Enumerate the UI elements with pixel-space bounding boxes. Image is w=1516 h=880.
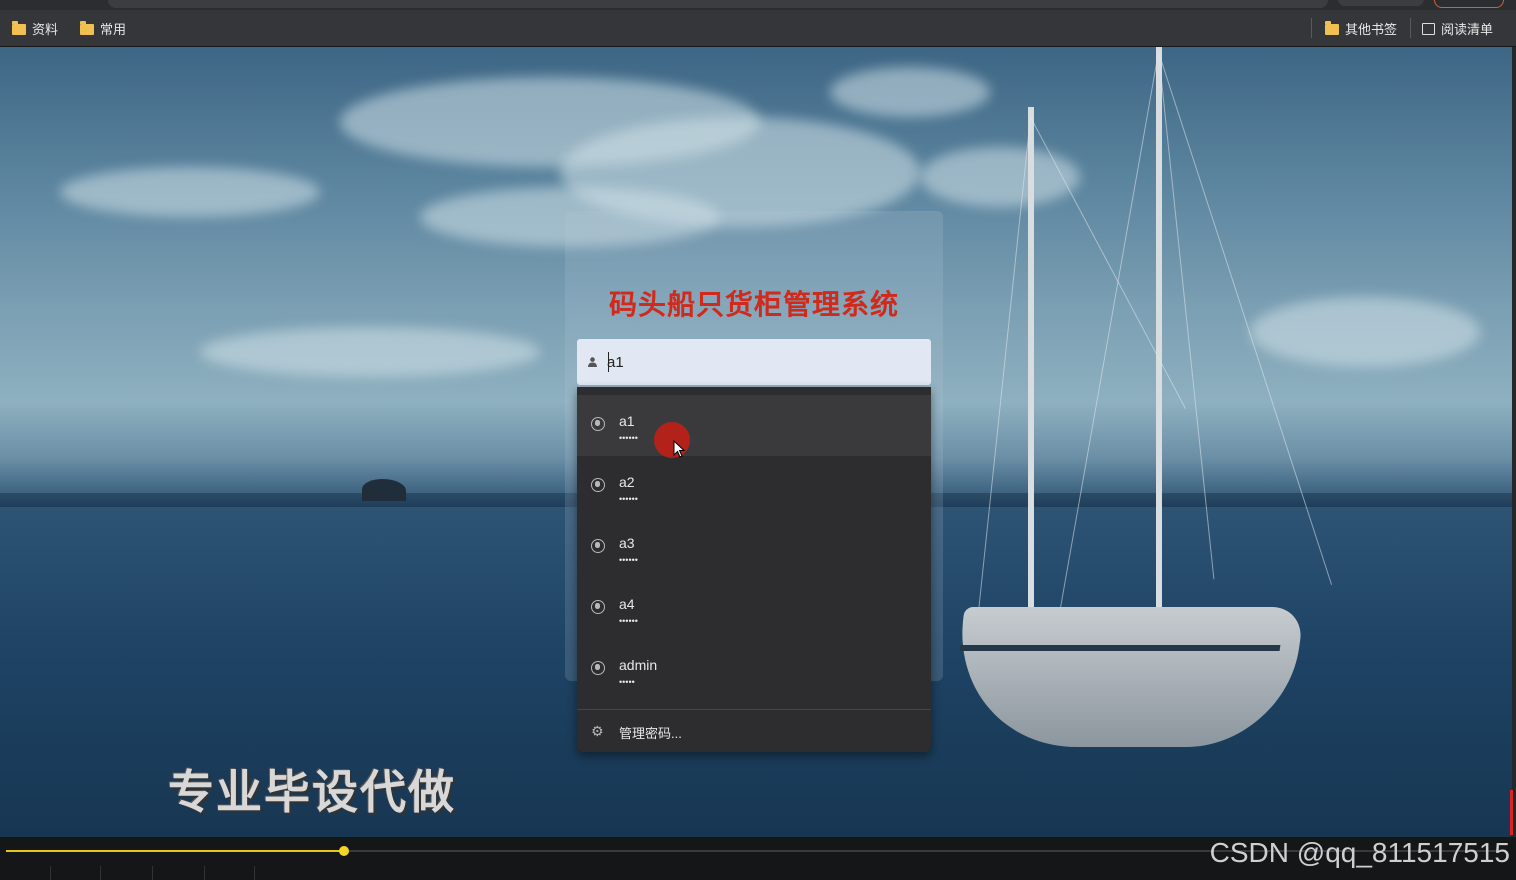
globe-icon — [591, 417, 605, 431]
right-edge-strip — [1512, 47, 1516, 837]
address-bar[interactable] — [108, 0, 1328, 8]
reading-list-icon — [1422, 22, 1435, 35]
watermark-text: 专业毕设代做 — [168, 765, 456, 819]
text-caret — [608, 352, 609, 372]
autofill-password: •••••• — [619, 494, 638, 504]
autofill-item[interactable]: a3 •••••• — [577, 517, 931, 578]
player-control-divider — [152, 866, 153, 880]
other-bookmarks-label: 其他书签 — [1345, 22, 1398, 37]
username-field[interactable] — [577, 339, 931, 385]
update-button[interactable] — [1434, 0, 1504, 8]
user-icon — [588, 357, 597, 367]
autofill-password: •••••• — [619, 555, 638, 565]
bookmark-label: 资料 — [32, 22, 59, 37]
player-control-divider — [254, 866, 255, 880]
edge-marker — [1510, 790, 1513, 835]
globe-icon — [591, 600, 605, 614]
reading-list-label: 阅读清单 — [1441, 22, 1494, 37]
globe-icon — [591, 539, 605, 553]
video-player-bar: CSDN @qq_811517515 — [0, 837, 1516, 880]
bookmarks-bar: 资料 常用 其他书签 阅读清单 — [0, 10, 1516, 47]
folder-icon — [1325, 20, 1339, 35]
bookmark-folder-changyong[interactable]: 常用 — [80, 19, 126, 38]
player-control-divider — [100, 866, 101, 880]
autofill-password: •••••• — [619, 433, 638, 443]
progress-fill — [6, 850, 344, 852]
autofill-item[interactable]: admin ••••• — [577, 639, 931, 700]
bookmark-label: 常用 — [100, 22, 127, 37]
autofill-username: a2 — [619, 474, 635, 490]
player-control-divider — [204, 866, 205, 880]
manage-passwords-label: 管理密码... — [619, 726, 682, 741]
autofill-username: a3 — [619, 535, 635, 551]
autofill-username: a4 — [619, 596, 635, 612]
autofill-dropdown: a1 •••••• a2 •••••• a3 •••••• a4 •••••• … — [577, 387, 931, 752]
page-title: 码头船只货柜管理系统 — [608, 289, 899, 320]
autofill-username: a1 — [619, 413, 635, 429]
browser-top-bar — [0, 0, 1516, 10]
globe-icon — [591, 478, 605, 492]
progress-knob[interactable] — [338, 846, 349, 856]
username-input[interactable] — [607, 352, 907, 372]
folder-icon — [12, 20, 26, 35]
profile-button[interactable] — [1338, 0, 1424, 6]
autofill-item[interactable]: a4 •••••• — [577, 578, 931, 639]
gear-icon: ⚙ — [591, 723, 604, 739]
folder-icon — [80, 20, 94, 35]
autofill-item[interactable]: a2 •••••• — [577, 456, 931, 517]
mouse-cursor-icon — [673, 440, 685, 458]
player-control-divider — [50, 866, 51, 880]
autofill-password: •••••• — [619, 616, 638, 626]
other-bookmarks[interactable]: 其他书签 — [1325, 19, 1397, 38]
bookmark-separator — [1311, 18, 1312, 38]
csdn-credit: CSDN @qq_811517515 — [1209, 837, 1510, 868]
autofill-username: admin — [619, 657, 658, 673]
globe-icon — [591, 661, 605, 675]
reading-list[interactable]: 阅读清单 — [1422, 19, 1493, 38]
bookmark-separator — [1410, 18, 1411, 38]
autofill-password: ••••• — [619, 677, 635, 687]
bookmark-folder-ziliao[interactable]: 资料 — [12, 19, 58, 38]
autofill-item[interactable]: a1 •••••• — [577, 395, 931, 456]
manage-passwords-button[interactable]: ⚙ 管理密码... — [577, 710, 931, 752]
